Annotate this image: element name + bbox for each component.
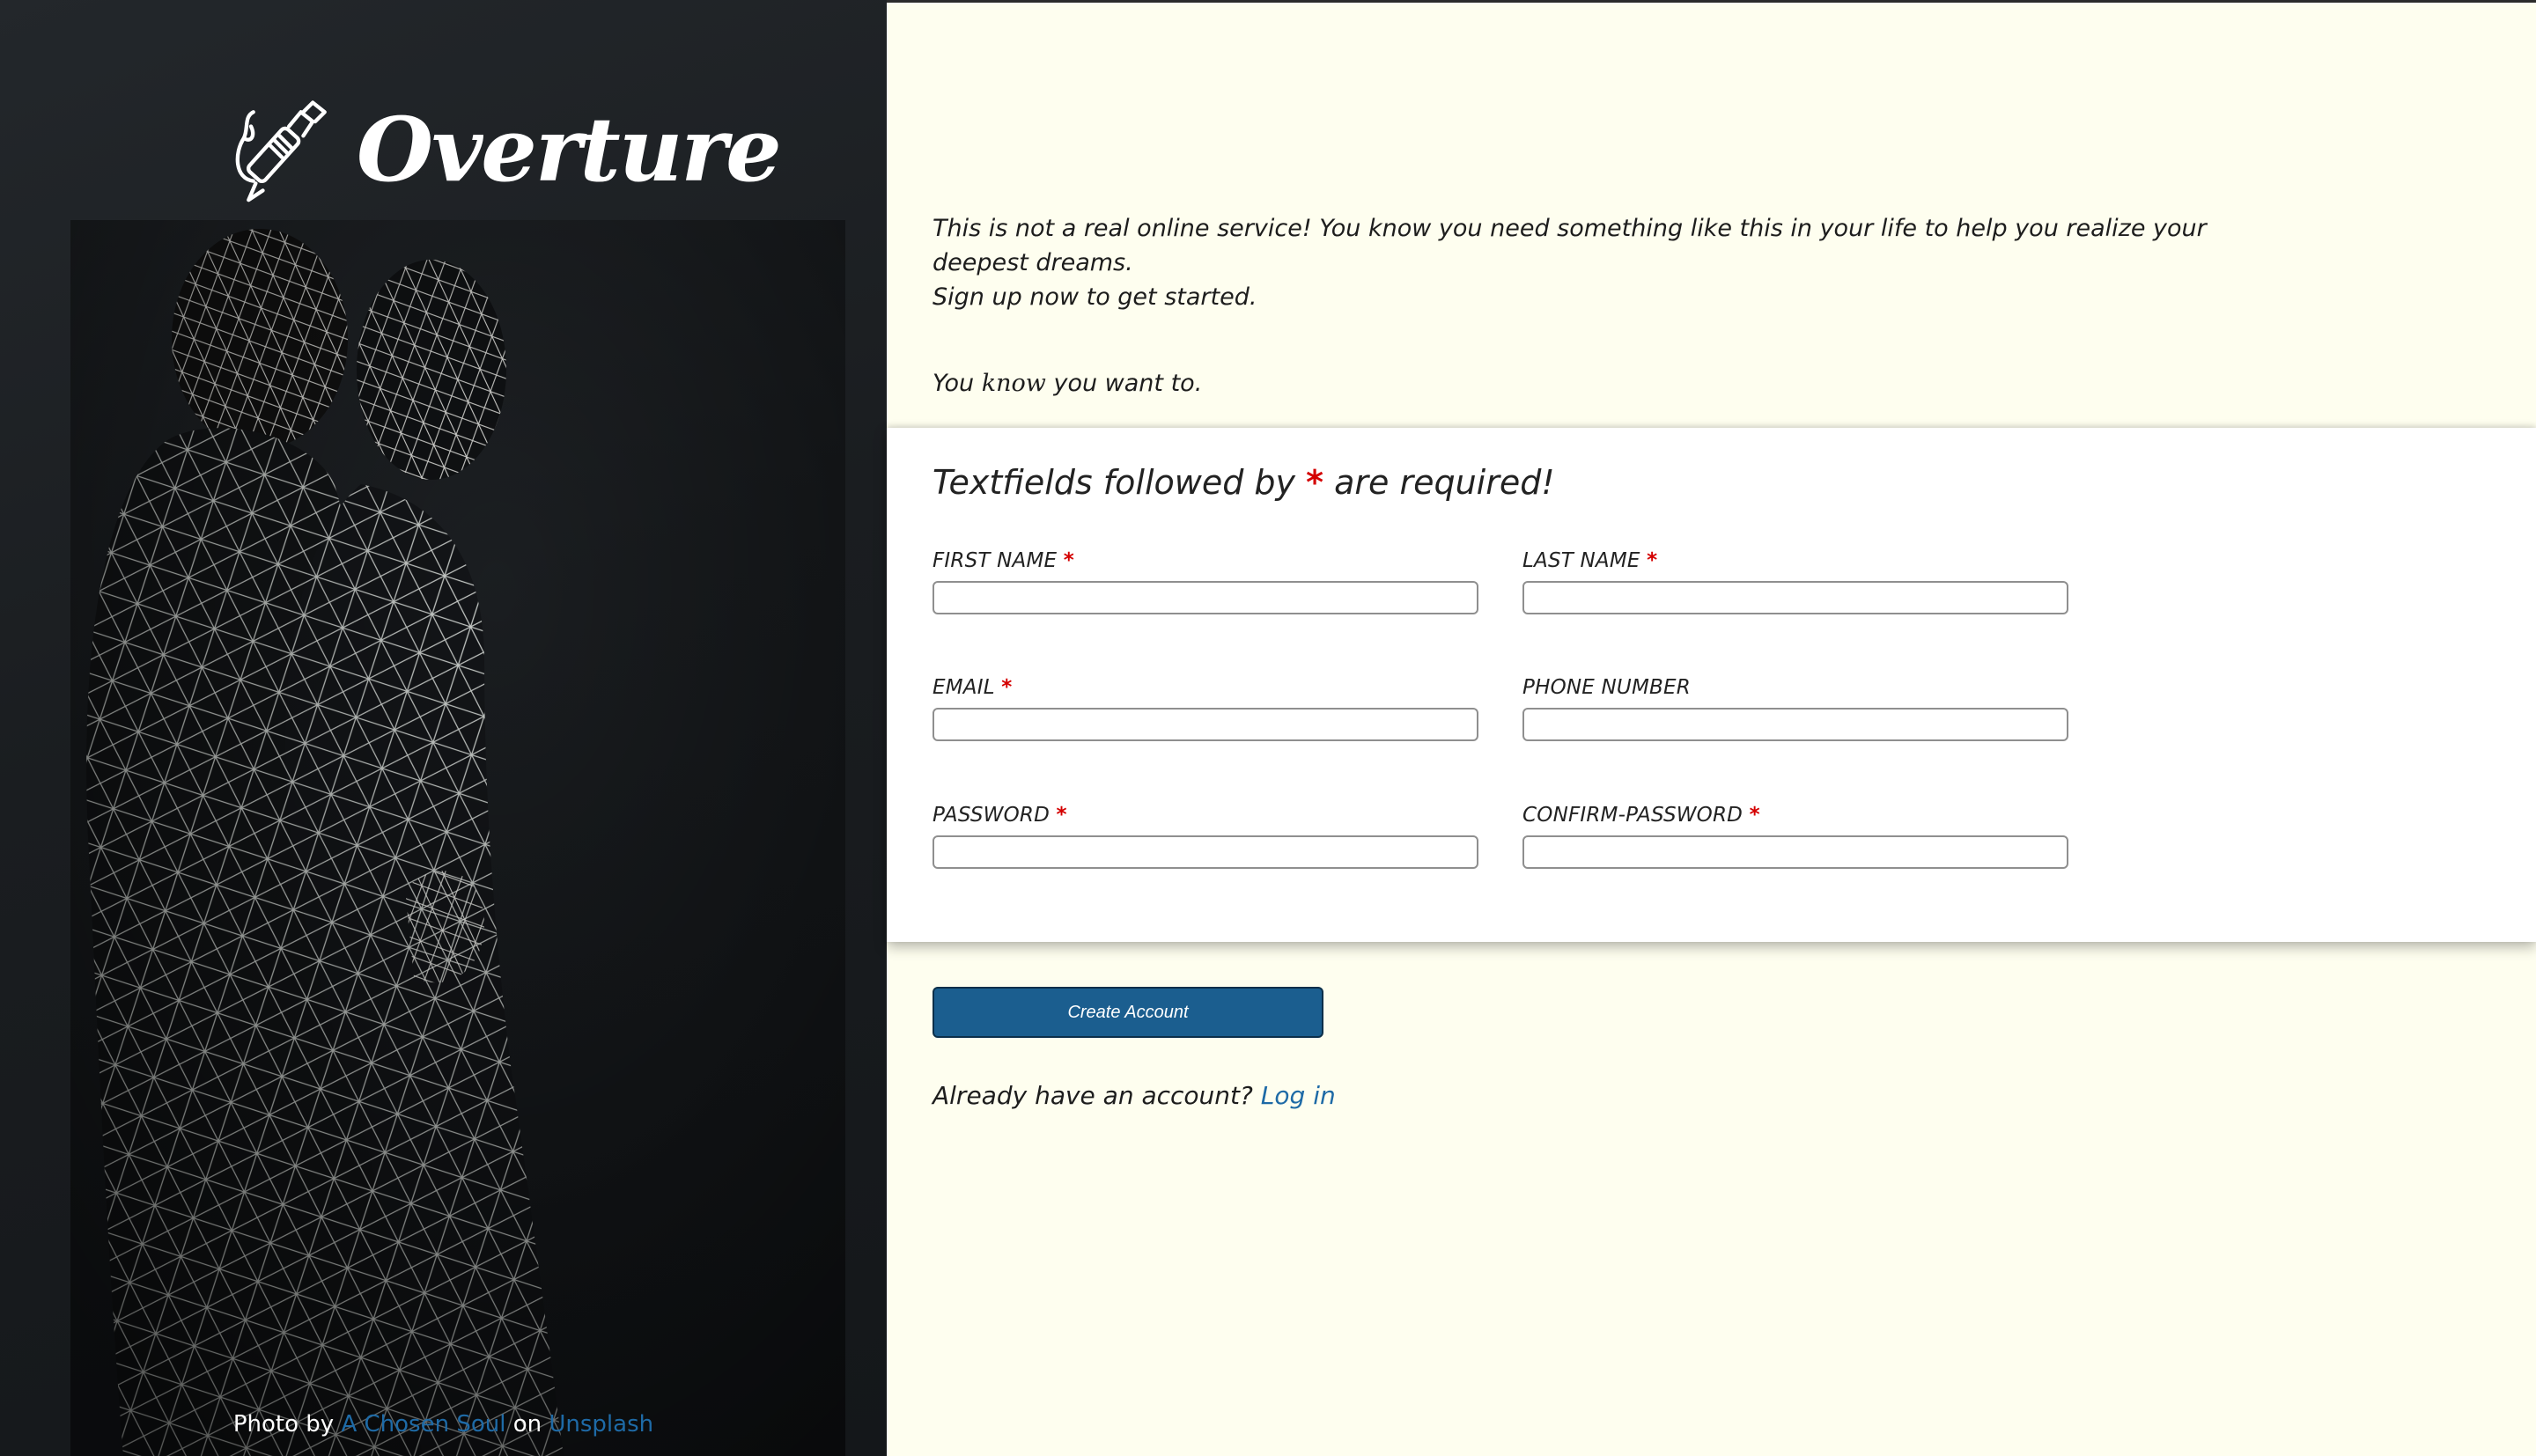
first-name-input[interactable]: [933, 581, 1478, 614]
phone-group: PHONE NUMBER: [1522, 676, 2068, 741]
last-name-input[interactable]: [1522, 581, 2068, 614]
photo-credit: Photo by A Chosen Soul on Unsplash: [0, 1411, 887, 1438]
intro-line-3-post: you want to.: [1053, 370, 1203, 397]
login-prompt: Already have an account? Log in: [933, 1081, 1336, 1110]
signup-page: Overture Photo by A Chosen Soul on Unspl…: [0, 0, 2536, 1456]
intro-line-3: You know you want to.: [933, 366, 1202, 401]
email-group: EMAIL *: [933, 676, 1478, 741]
hero-panel: Overture Photo by A Chosen Soul on Unspl…: [0, 0, 887, 1456]
create-account-button[interactable]: Create Account: [933, 987, 1323, 1038]
form-heading: Textfields followed by * are required!: [933, 463, 1555, 502]
password-group: PASSWORD *: [933, 804, 1478, 869]
credit-author-link[interactable]: A Chosen Soul: [341, 1411, 505, 1438]
confirm-password-input[interactable]: [1522, 835, 2068, 869]
first-name-group: FIRST NAME *: [933, 549, 1478, 614]
confirm-password-group: CONFIRM-PASSWORD *: [1522, 804, 2068, 869]
brand-logo: Overture: [227, 88, 782, 211]
phone-input[interactable]: [1522, 708, 2068, 741]
credit-prefix: Photo by: [232, 1411, 335, 1438]
intro-line-3-pre: You: [933, 370, 975, 397]
password-label: PASSWORD *: [933, 804, 1067, 827]
first-name-label: FIRST NAME *: [933, 549, 1075, 572]
credit-source-link[interactable]: Unsplash: [549, 1411, 653, 1438]
top-border: [887, 0, 2536, 3]
pen-icon: [235, 99, 327, 202]
login-prompt-text: Already have an account?: [933, 1081, 1253, 1110]
intro-text: This is not a real online service! You k…: [933, 211, 2271, 314]
last-name-label: LAST NAME *: [1522, 549, 1658, 572]
form-heading-pre: Textfields followed by: [933, 463, 1296, 502]
phone-label: PHONE NUMBER: [1522, 676, 1691, 699]
signup-panel: This is not a real online service! You k…: [887, 0, 2536, 1456]
credit-middle: on: [512, 1411, 542, 1438]
email-input[interactable]: [933, 708, 1478, 741]
email-label: EMAIL *: [933, 676, 1013, 699]
wireframe-couple-photo: [70, 220, 845, 1456]
last-name-group: LAST NAME *: [1522, 549, 2068, 614]
password-input[interactable]: [933, 835, 1478, 869]
login-link[interactable]: Log in: [1261, 1081, 1336, 1110]
intro-line-1: This is not a real online service! You k…: [933, 215, 2207, 276]
required-asterisk: *: [1306, 463, 1323, 502]
signup-form: Textfields followed by * are required! F…: [887, 428, 2536, 942]
confirm-password-label: CONFIRM-PASSWORD *: [1522, 804, 1760, 827]
form-heading-post: are required!: [1334, 463, 1555, 502]
intro-line-3-emphasis: know: [981, 370, 1046, 397]
brand-name: Overture: [357, 98, 782, 202]
intro-line-2: Sign up now to get started.: [933, 283, 1257, 311]
